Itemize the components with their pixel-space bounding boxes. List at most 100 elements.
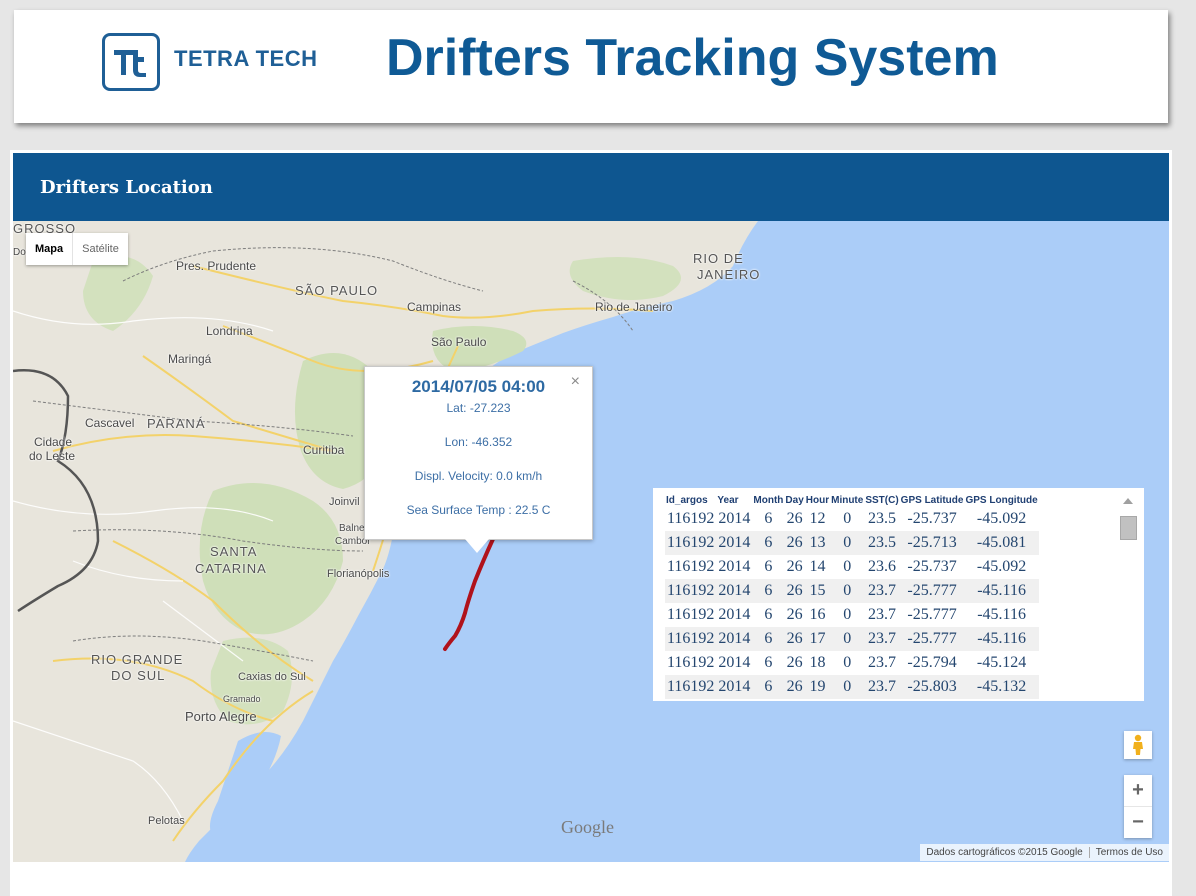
table-row[interactable]: 116192 2014 6 26 17 0 23.7 -25.777 -45.116 [665, 627, 1039, 651]
google-logo: Google [561, 817, 614, 837]
drifter-data-table[interactable]: Id_argos Year Month Day Hour Minute SST(… [653, 488, 1144, 701]
scroll-up-icon[interactable] [1123, 498, 1133, 504]
map-type-satellite-button[interactable]: Satélite [72, 233, 128, 265]
table-row[interactable]: 116192 2014 6 26 15 0 23.7 -25.777 -45.116 [665, 579, 1039, 603]
cell: 26 [786, 510, 803, 527]
info-lon: Lon: -46.352 [444, 435, 513, 449]
table-row[interactable]: 116192 2014 6 26 14 0 23.6 -25.737 -45.092 [665, 555, 1039, 579]
table-row[interactable]: 116192 2014 6 26 13 0 23.5 -25.713 -45.081 [665, 531, 1039, 555]
cell: 0 [830, 531, 865, 555]
zoom-in-button[interactable]: + [1124, 775, 1152, 807]
col-longitude[interactable]: GPS Longitude [964, 493, 1038, 507]
cell: 0 [843, 606, 852, 623]
label-maringa: Maringá [168, 352, 212, 366]
col-latitude[interactable]: GPS Latitude [900, 493, 965, 507]
table-row[interactable]: 116192 2014 6 26 12 0 23.5 -25.737 -45.092 [665, 507, 1039, 531]
col-month[interactable]: Month [752, 493, 784, 507]
cell: 6 [764, 510, 773, 527]
label-rio-grande-1: RIO GRANDE [91, 652, 184, 667]
cell: -45.124 [976, 654, 1027, 671]
cell: 26 [786, 558, 803, 575]
cell: 116192 [667, 558, 715, 575]
cell: 16 [809, 606, 826, 623]
app-title: Drifters Tracking System [386, 29, 999, 87]
logo-text: TETRA TECH [174, 46, 318, 71]
table-row[interactable]: 116192 2014 6 26 16 0 23.7 -25.777 -45.116 [665, 603, 1039, 627]
label-santa-1: SANTA [210, 544, 258, 559]
cell: 26 [786, 606, 803, 623]
label-curitiba: Curitiba [303, 443, 345, 457]
table-row[interactable]: 116192 2014 6 26 19 0 23.7 -25.803 -45.132 [665, 675, 1039, 699]
cell: 18 [809, 654, 826, 671]
col-minute[interactable]: Minute [830, 493, 864, 507]
label-sao-paulo-city: São Paulo [431, 335, 487, 349]
cell: 2014 [718, 654, 751, 671]
label-balneario: Balne [339, 523, 365, 534]
cell: 12 [809, 510, 826, 527]
cell: 23.5 [864, 531, 900, 555]
label-santa-2: CATARINA [195, 561, 267, 576]
cell: -25.737 [907, 558, 957, 575]
info-window-title: 2014/07/05 04:00 [411, 377, 546, 396]
cell: 0 [830, 579, 865, 603]
cell: 116192 [665, 627, 717, 651]
drifters-location-panel: Drifters Location GROSSO Pres. Prudente … [10, 150, 1172, 896]
label-porto-alegre: Porto Alegre [185, 709, 257, 724]
map-type-control: Mapa Satélite [26, 233, 128, 265]
cell: 0 [843, 558, 852, 575]
label-rio-state-1: RIO DE [693, 251, 744, 266]
info-temp: Sea Surface Temp : 22.5 C [406, 503, 551, 517]
cell: 17 [804, 627, 831, 651]
panel-header: Drifters Location [13, 153, 1169, 221]
col-id-argos[interactable]: Id_argos [665, 493, 716, 507]
cell: 26 [784, 675, 805, 699]
cell: 14 [809, 558, 826, 575]
label-parana: PARANÁ [147, 416, 206, 431]
attribution-text: Dados cartográficos ©2015 Google [926, 847, 1083, 858]
map-type-map-button[interactable]: Mapa [26, 233, 72, 265]
label-campinas: Campinas [407, 300, 462, 314]
info-window-tail [465, 539, 489, 553]
col-year[interactable]: Year [716, 493, 752, 507]
col-day[interactable]: Day [784, 493, 804, 507]
close-icon[interactable]: × [571, 373, 580, 391]
scroll-thumb[interactable] [1120, 516, 1137, 540]
cell: 0 [843, 510, 852, 527]
cell: -45.092 [976, 510, 1027, 527]
info-lat: Lat: -27.223 [446, 401, 511, 415]
zoom-out-button[interactable]: − [1124, 807, 1152, 838]
label-rio-city: Rio de Janeiro [595, 300, 673, 314]
label-gramado: Gramado [223, 694, 261, 704]
cell: 15 [804, 579, 831, 603]
cell: 116192 [667, 606, 715, 623]
col-hour[interactable]: Hour [805, 493, 830, 507]
cell: -25.794 [907, 654, 957, 671]
label-cascavel: Cascavel [85, 416, 135, 430]
label-londrina: Londrina [206, 324, 253, 338]
cell: 26 [784, 531, 805, 555]
panel-title: Drifters Location [40, 177, 213, 198]
info-window: × 2014/07/05 04:00 Lat: -27.223 Lon: -46… [364, 366, 593, 553]
cell: 6 [764, 606, 773, 623]
cell: 2014 [718, 558, 751, 575]
cell: -25.737 [907, 510, 957, 527]
cell: 6 [764, 558, 773, 575]
table-scrollbar[interactable] [1113, 488, 1144, 701]
col-sst[interactable]: SST(C) [864, 493, 899, 507]
cell: 2014 [716, 579, 753, 603]
pegman-icon[interactable] [1124, 731, 1152, 759]
cell: 116192 [667, 654, 715, 671]
table-row[interactable]: 116192 2014 6 26 18 0 23.7 -25.794 -45.124 [665, 651, 1039, 675]
cell: 0 [830, 675, 865, 699]
zoom-control: + − [1124, 775, 1152, 838]
label-sao-paulo-state: SÃO PAULO [295, 283, 379, 298]
cell: 6 [752, 531, 785, 555]
map[interactable]: GROSSO Dourados Pres. Prudente SÃO PAULO… [13, 221, 1169, 862]
info-velocity: Displ. Velocity: 0.0 km/h [414, 469, 543, 483]
cell: 26 [784, 579, 805, 603]
cell: -45.116 [977, 606, 1026, 623]
cell: 19 [804, 675, 831, 699]
cell: -25.777 [899, 627, 965, 651]
cell: 6 [764, 654, 773, 671]
terms-link[interactable]: Termos de Uso [1090, 847, 1169, 858]
